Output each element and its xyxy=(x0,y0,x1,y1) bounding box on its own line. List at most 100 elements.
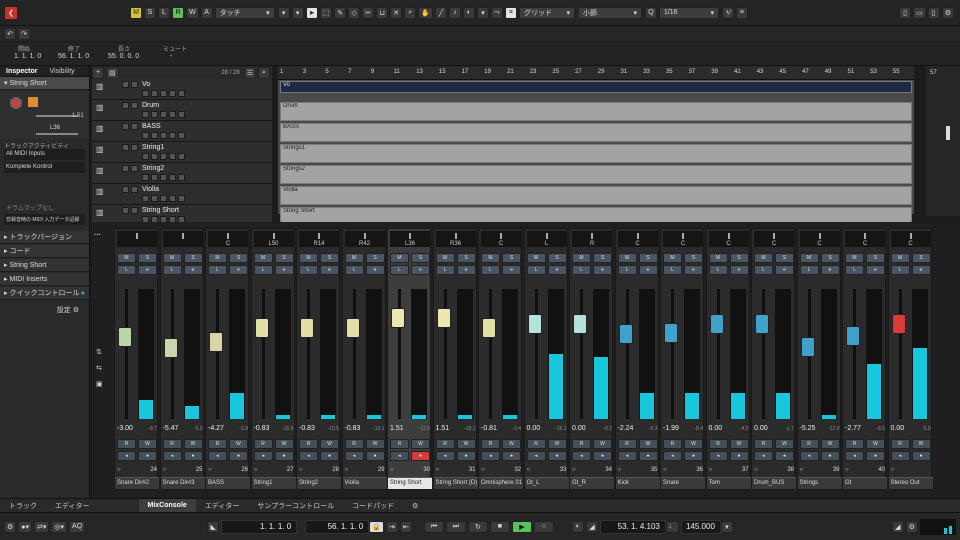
mixer-channel[interactable]: L36 M S Le 1.51 -12.5 R W ◂ ● ○ 30 String Short xyxy=(387,228,432,490)
pan-control[interactable]: C xyxy=(617,231,658,247)
read-button[interactable]: R xyxy=(799,439,819,449)
pan-control[interactable]: L xyxy=(526,231,567,247)
cycle-icon[interactable]: ↻ xyxy=(467,520,488,533)
record-button[interactable]: ● xyxy=(365,451,385,461)
edit-button[interactable]: e xyxy=(320,265,339,275)
record-mode-icon[interactable]: ●▾ xyxy=(18,520,33,533)
record-button[interactable] xyxy=(151,153,158,160)
gain-readout[interactable]: 1.51 -12.5 xyxy=(390,425,430,432)
fader-track[interactable] xyxy=(716,289,720,419)
end-value[interactable]: 56. 1. 1. 0 xyxy=(58,53,89,60)
write-button[interactable]: W xyxy=(638,439,658,449)
gain-readout[interactable]: -0.83 -13.1 xyxy=(345,425,385,432)
track-row[interactable]: ▥ String2 xyxy=(92,163,272,184)
read-button[interactable] xyxy=(160,111,167,118)
listen-button[interactable]: L xyxy=(754,265,773,275)
range-tool-icon[interactable]: ⬚ xyxy=(319,6,333,19)
gain-readout[interactable]: 0.00 -16.1 xyxy=(527,425,567,432)
edit-button[interactable]: e xyxy=(593,265,612,275)
write-button[interactable] xyxy=(169,153,176,160)
layout-settings-icon[interactable]: ⚙ xyxy=(941,6,954,19)
fader-handle[interactable] xyxy=(573,314,587,335)
section-track-versions[interactable]: ▸ トラックバージョン xyxy=(0,231,89,244)
solo-button[interactable]: S xyxy=(274,253,294,263)
listen-button[interactable]: L xyxy=(344,265,364,275)
monitor-button[interactable]: ◂ xyxy=(754,451,773,461)
layout-right-icon[interactable]: ▯ xyxy=(927,6,940,19)
start-value[interactable]: 1. 1. 1. 0 xyxy=(14,53,41,60)
listen-button[interactable]: L xyxy=(481,265,500,275)
channel-name[interactable]: String2 xyxy=(297,477,341,489)
edit-button[interactable]: e xyxy=(365,265,385,275)
event-display[interactable]: Vo Drum BASS Strings1 Strings2 Violla String S… xyxy=(278,80,914,226)
quantize-options-icon[interactable]: ⅟ xyxy=(721,6,734,19)
tab-visibility[interactable]: Visibility xyxy=(44,68,81,75)
tab-inspector[interactable]: Inspector xyxy=(0,68,44,75)
fader-handle[interactable] xyxy=(482,317,496,338)
go-to-start-icon[interactable]: ⏮ xyxy=(423,520,444,533)
quantize-icon[interactable]: Q xyxy=(644,6,657,19)
record-button[interactable]: ● xyxy=(320,451,339,461)
position-display[interactable]: 53. 1. 4.103 xyxy=(599,519,666,534)
record-button[interactable]: ● xyxy=(229,451,248,461)
edit-button[interactable] xyxy=(178,111,185,118)
listen-toggle[interactable]: L xyxy=(158,6,170,19)
record-button[interactable]: ● xyxy=(684,451,703,461)
metronome-icon[interactable]: ◐ xyxy=(571,520,584,533)
position-format-icon[interactable]: ◢ xyxy=(585,520,598,533)
gain-readout[interactable]: 0.00 -4.0 xyxy=(709,425,749,432)
monitor-button[interactable] xyxy=(142,132,149,139)
record-button[interactable]: ● xyxy=(411,451,430,461)
edit-button[interactable]: e xyxy=(547,265,567,275)
play-tool-icon[interactable]: ♪ xyxy=(448,6,461,19)
tempo-track-icon[interactable]: ♩ xyxy=(665,520,679,533)
tab-chord-pads[interactable]: コードパッド xyxy=(343,499,403,513)
monitor-button[interactable]: ◂ xyxy=(390,451,409,461)
mixer-channel[interactable]: C M S Le -2.24 -5.3 R W ◂ ● ○ 35 Kick xyxy=(614,228,660,490)
quantize-apply-icon[interactable]: ≡ xyxy=(735,6,748,19)
mute-button[interactable]: M xyxy=(208,253,227,263)
solo-button[interactable]: S xyxy=(229,253,248,263)
read-button[interactable]: R xyxy=(890,439,910,449)
mute-value[interactable]: - xyxy=(170,53,172,60)
fader-handle[interactable] xyxy=(391,307,405,328)
go-to-end-icon[interactable]: ⏭ xyxy=(445,520,466,533)
monitor-button[interactable]: ◂ xyxy=(162,451,182,461)
mixer-channel[interactable]: R M S Le 0.00 -8.2 R W ◂ ● ○ 34 Gt_R xyxy=(569,228,614,490)
section-instrument[interactable]: ▸ String Short xyxy=(0,259,89,272)
listen-button[interactable]: L xyxy=(526,265,546,275)
split-tool-icon[interactable]: ✂ xyxy=(362,6,375,19)
fader-track[interactable] xyxy=(216,289,219,419)
edit-button[interactable]: e xyxy=(456,265,476,275)
midi-event[interactable]: Vo xyxy=(280,81,912,93)
mixer-channel[interactable]: L50 M S Le -0.83 -15.8 R W ◂ ● ○ 27 String1 xyxy=(250,228,296,490)
midi-event[interactable]: Strings1 xyxy=(280,144,912,163)
pointer-tool-icon[interactable]: ➤ xyxy=(305,6,318,19)
undo-icon[interactable]: ↶ xyxy=(4,27,16,40)
mixer-channel[interactable]: M S Le -3.00 -8.7 R W ◂ ● ○ 24 Snare Dir#2 xyxy=(114,228,159,490)
read-button[interactable]: R xyxy=(754,439,773,449)
mute-button[interactable]: M xyxy=(526,253,546,263)
track-name[interactable]: Drum xyxy=(142,102,159,109)
write-button[interactable]: W xyxy=(183,439,203,449)
audio-performance-icon[interactable]: ◢ xyxy=(891,520,904,533)
mute-button[interactable] xyxy=(122,144,129,151)
fader-track[interactable] xyxy=(853,289,856,419)
mixer-channel[interactable]: C M S Le 0.00 -1.7 R W ◂ ● ○ 38 Drum_BUS xyxy=(751,228,796,490)
record-button[interactable]: ● xyxy=(502,451,521,461)
channel-name[interactable]: Omnisphere 01 xyxy=(479,477,523,489)
mute-button[interactable]: M xyxy=(117,253,136,263)
mute-button[interactable]: M xyxy=(435,253,455,263)
solo-button[interactable] xyxy=(131,207,138,214)
pan-slider[interactable] xyxy=(36,133,78,135)
channel-name[interactable]: Violla xyxy=(342,477,387,489)
gear-icon[interactable]: ⚙ xyxy=(403,499,427,513)
mixer-channel[interactable]: C M S Le 0.00 0.0 R W ◂ ● ○ Stereo Out xyxy=(887,228,933,490)
channel-name[interactable]: Drum_BUS xyxy=(752,477,796,489)
read-button[interactable]: R xyxy=(208,439,227,449)
solo-button[interactable]: S xyxy=(456,253,476,263)
fader-handle[interactable] xyxy=(709,314,724,335)
channel-name[interactable]: BASS xyxy=(206,477,250,489)
fader-handle[interactable] xyxy=(891,314,906,335)
track-name[interactable]: String Short xyxy=(142,207,179,214)
